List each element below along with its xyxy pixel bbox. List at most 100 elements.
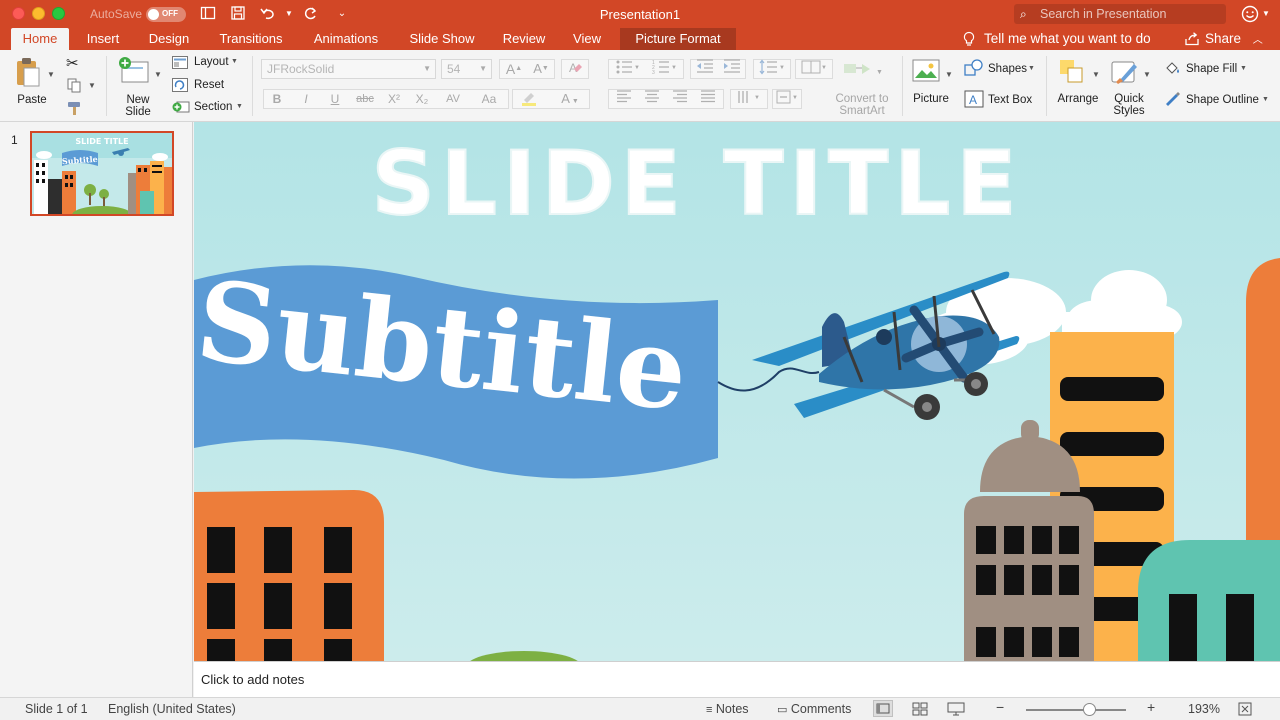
smartart-icon[interactable]: ▼ bbox=[842, 58, 883, 87]
section-icon[interactable] bbox=[172, 100, 190, 117]
shape-outline-label[interactable]: Shape Outline bbox=[1186, 94, 1259, 106]
tab-view[interactable]: View bbox=[564, 28, 610, 50]
autosave-toggle[interactable]: OFF bbox=[146, 7, 186, 22]
customize-toolbar-icon[interactable]: ⌄ bbox=[333, 5, 351, 23]
tell-me-search[interactable]: Tell me what you want to do bbox=[962, 28, 1151, 50]
subscript-button[interactable]: X₂ bbox=[409, 89, 435, 109]
increase-font-size-button[interactable]: A▲ bbox=[501, 59, 527, 79]
decrease-font-size-button[interactable]: A▼ bbox=[528, 59, 554, 79]
highlight-color-icon[interactable] bbox=[514, 89, 544, 109]
layout-dropdown-icon[interactable]: ▼ bbox=[231, 58, 238, 65]
arrange-label[interactable]: Arrange bbox=[1054, 93, 1102, 105]
comments-toggle-button[interactable]: ▭ Comments bbox=[777, 702, 851, 716]
shape-fill-label[interactable]: Shape Fill bbox=[1186, 63, 1237, 75]
underline-button[interactable]: U bbox=[322, 89, 348, 109]
fit-to-window-button[interactable] bbox=[1238, 702, 1252, 719]
close-window-button[interactable] bbox=[12, 7, 25, 20]
text-box-label[interactable]: Text Box bbox=[988, 94, 1032, 106]
paste-dropdown-icon[interactable]: ▼ bbox=[47, 70, 55, 79]
redo-icon[interactable] bbox=[302, 5, 320, 23]
reset-icon[interactable] bbox=[172, 78, 188, 95]
maximize-window-button[interactable] bbox=[52, 7, 65, 20]
text-box-icon[interactable]: A bbox=[964, 90, 984, 111]
search-input[interactable]: ⌕ Search in Presentation bbox=[1014, 4, 1226, 24]
bullets-icon[interactable]: ▼ bbox=[610, 59, 644, 79]
line-spacing-icon[interactable]: ▼ bbox=[755, 59, 789, 79]
tab-review[interactable]: Review bbox=[494, 28, 554, 50]
decrease-indent-icon[interactable] bbox=[692, 59, 718, 79]
feedback-smiley-icon[interactable] bbox=[1240, 4, 1260, 24]
tab-home[interactable]: Home bbox=[11, 28, 69, 50]
normal-view-button[interactable] bbox=[873, 700, 893, 717]
quick-styles-label[interactable]: Quick Styles bbox=[1106, 93, 1152, 117]
font-size-combo[interactable]: 54 ▼ bbox=[441, 59, 492, 79]
picture-icon[interactable] bbox=[912, 58, 942, 87]
feedback-dropdown-icon[interactable]: ▼ bbox=[1262, 9, 1270, 18]
layout-label[interactable]: Layout bbox=[194, 56, 229, 68]
new-slide-dropdown-icon[interactable]: ▼ bbox=[154, 70, 162, 79]
zoom-in-button[interactable]: + bbox=[1147, 699, 1155, 715]
reset-label[interactable]: Reset bbox=[194, 79, 224, 91]
italic-button[interactable]: I bbox=[293, 89, 319, 109]
arrange-icon[interactable] bbox=[1058, 58, 1088, 89]
convert-smartart-label[interactable]: Convert to SmartArt bbox=[828, 93, 896, 117]
shapes-icon[interactable] bbox=[964, 59, 984, 80]
picture-label[interactable]: Picture bbox=[908, 93, 954, 105]
quick-styles-dropdown-icon[interactable]: ▼ bbox=[1143, 70, 1151, 79]
clear-formatting-icon[interactable]: A bbox=[563, 59, 587, 79]
notes-pane[interactable]: Click to add notes bbox=[194, 661, 1280, 697]
tab-animations[interactable]: Animations bbox=[304, 28, 388, 50]
shape-outline-dropdown-icon[interactable]: ▼ bbox=[1262, 96, 1269, 103]
shape-outline-icon[interactable] bbox=[1164, 90, 1182, 109]
superscript-button[interactable]: X² bbox=[381, 89, 407, 109]
reading-view-button[interactable] bbox=[947, 702, 965, 719]
bold-button[interactable]: B bbox=[264, 89, 290, 109]
strikethrough-button[interactable]: abc bbox=[351, 89, 379, 109]
slide-sorter-button[interactable] bbox=[912, 702, 928, 719]
tab-insert[interactable]: Insert bbox=[78, 28, 128, 50]
change-case-button[interactable]: Aa bbox=[472, 89, 506, 109]
numbering-icon[interactable]: 1 2 3 ▼ bbox=[647, 59, 681, 79]
copy-icon[interactable] bbox=[66, 77, 82, 96]
shapes-label[interactable]: Shapes bbox=[988, 63, 1027, 75]
align-center-icon[interactable] bbox=[639, 89, 665, 109]
paste-icon[interactable] bbox=[14, 56, 44, 91]
character-spacing-button[interactable]: AV bbox=[437, 89, 469, 109]
align-left-icon[interactable] bbox=[611, 89, 637, 109]
notes-toggle-button[interactable]: ≡ Notes bbox=[706, 702, 749, 716]
language-indicator[interactable]: English (United States) bbox=[108, 702, 236, 716]
shape-fill-icon[interactable] bbox=[1164, 60, 1182, 79]
tab-slide-show[interactable]: Slide Show bbox=[400, 28, 484, 50]
picture-dropdown-icon[interactable]: ▼ bbox=[945, 70, 953, 79]
quick-styles-icon[interactable] bbox=[1110, 58, 1142, 89]
tab-transitions[interactable]: Transitions bbox=[210, 28, 292, 50]
minimize-window-button[interactable] bbox=[32, 7, 45, 20]
tab-design[interactable]: Design bbox=[140, 28, 198, 50]
share-button[interactable]: Share ︿ bbox=[1184, 28, 1263, 50]
shapes-dropdown-icon[interactable]: ▼ bbox=[1028, 65, 1035, 72]
zoom-level[interactable]: 193% bbox=[1188, 702, 1220, 716]
font-color-icon[interactable]: A ▼ bbox=[555, 89, 585, 109]
align-text-icon[interactable]: ▼ bbox=[774, 89, 800, 109]
increase-indent-icon[interactable] bbox=[719, 59, 745, 79]
zoom-slider-track[interactable] bbox=[1026, 709, 1126, 711]
cut-icon[interactable]: ✂ bbox=[66, 54, 79, 72]
collapse-ribbon-icon[interactable]: ︿ bbox=[1253, 35, 1263, 46]
format-painter-icon[interactable] bbox=[66, 100, 84, 119]
layout-icon[interactable] bbox=[172, 56, 188, 72]
new-slide-icon[interactable] bbox=[118, 56, 152, 89]
slide-canvas[interactable]: SLIDE TITLE Subtitle bbox=[194, 122, 1280, 661]
justify-icon[interactable] bbox=[695, 89, 721, 109]
text-direction-icon[interactable]: ▼ bbox=[732, 89, 766, 109]
columns-icon[interactable]: ▼ bbox=[797, 59, 831, 79]
copy-dropdown-icon[interactable]: ▼ bbox=[88, 81, 96, 90]
align-right-icon[interactable] bbox=[667, 89, 693, 109]
save-icon[interactable] bbox=[229, 5, 247, 23]
undo-icon[interactable] bbox=[259, 5, 277, 23]
undo-dropdown-icon[interactable]: ▼ bbox=[280, 5, 298, 23]
shape-fill-dropdown-icon[interactable]: ▼ bbox=[1240, 65, 1247, 72]
zoom-slider-thumb[interactable] bbox=[1083, 703, 1096, 716]
font-name-combo[interactable]: JFRockSolid ▼ bbox=[261, 59, 436, 79]
zoom-out-button[interactable]: − bbox=[996, 699, 1004, 715]
section-label[interactable]: Section bbox=[194, 101, 232, 113]
